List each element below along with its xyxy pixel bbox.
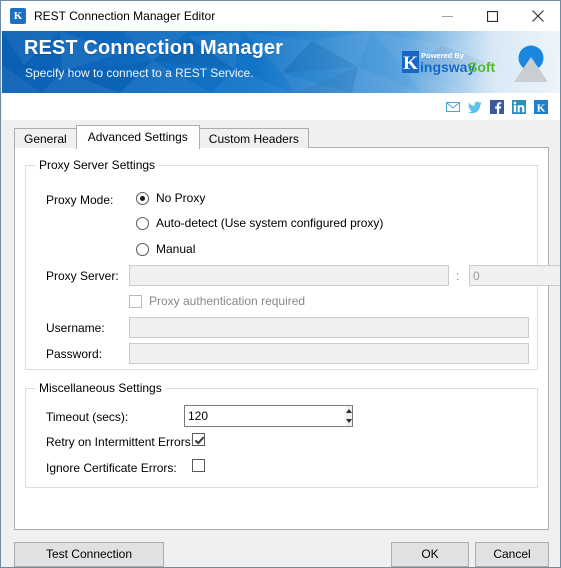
close-button[interactable] — [515, 2, 560, 31]
tab-general[interactable]: General — [14, 128, 77, 148]
svg-text:Soft: Soft — [468, 59, 496, 75]
svg-text:K: K — [403, 53, 418, 74]
proxy-port-input[interactable] — [469, 265, 560, 286]
tab-custom-headers[interactable]: Custom Headers — [198, 128, 309, 148]
twitter-icon[interactable] — [468, 100, 482, 114]
miscellaneous-settings-group: Miscellaneous Settings Timeout (secs): R… — [25, 381, 538, 488]
proxy-server-label: Proxy Server: — [46, 269, 119, 283]
ignore-certificate-errors-label: Ignore Certificate Errors: — [46, 461, 177, 475]
misc-group-title: Miscellaneous Settings — [35, 381, 166, 395]
timeout-spinner[interactable] — [184, 405, 353, 427]
caret-up-icon — [346, 409, 352, 413]
window-title: REST Connection Manager Editor — [34, 9, 216, 23]
minimize-button[interactable] — [425, 2, 470, 31]
proxy-mode-label: Proxy Mode: — [46, 193, 114, 207]
timeout-input[interactable] — [184, 405, 346, 427]
proxy-port-spinner[interactable] — [469, 265, 560, 286]
retry-on-intermittent-errors-label: Retry on Intermittent Errors: — [46, 435, 195, 449]
test-connection-button[interactable]: Test Connection — [14, 542, 164, 567]
timeout-increment-button[interactable] — [346, 406, 352, 416]
maximize-button[interactable] — [470, 2, 515, 31]
username-label: Username: — [46, 321, 105, 335]
timeout-spin-buttons[interactable] — [346, 405, 353, 427]
radio-no-proxy[interactable] — [136, 191, 149, 205]
radio-row-manual[interactable]: Manual — [136, 242, 195, 256]
timeout-label: Timeout (secs): — [46, 410, 129, 424]
caret-down-icon — [346, 419, 352, 423]
social-links-bar: K — [2, 93, 560, 120]
retry-on-intermittent-errors-checkbox[interactable] — [192, 433, 205, 446]
tab-advanced-settings[interactable]: Advanced Settings — [75, 125, 200, 149]
linkedin-icon[interactable] — [512, 99, 526, 114]
radio-manual[interactable] — [136, 242, 149, 256]
proxy-auth-required-checkbox[interactable] — [129, 294, 142, 308]
username-input[interactable] — [129, 317, 529, 338]
proxy-server-input[interactable] — [129, 265, 449, 286]
mountain-sun-icon — [514, 45, 548, 82]
proxy-group-title: Proxy Server Settings — [35, 158, 160, 172]
radio-label-no-proxy: No Proxy — [156, 191, 206, 205]
dialog-client-area: General Advanced Settings Custom Headers… — [2, 120, 560, 567]
maximize-icon — [487, 10, 498, 22]
ok-button[interactable]: OK — [391, 542, 469, 567]
proxy-server-settings-group: Proxy Server Settings Proxy Mode: No Pro… — [25, 158, 560, 370]
radio-row-auto-detect[interactable]: Auto-detect (Use system configured proxy… — [136, 216, 383, 230]
facebook-icon[interactable] — [490, 99, 504, 114]
proxy-auth-required-label: Proxy authentication required — [149, 294, 306, 308]
password-label: Password: — [46, 347, 103, 361]
radio-auto-detect[interactable] — [136, 216, 149, 230]
product-banner: REST Connection Manager Specify how to c… — [2, 31, 560, 93]
tab-strip: General Advanced Settings Custom Headers — [14, 125, 309, 149]
banner-title: REST Connection Manager — [24, 37, 283, 59]
rest-connection-manager-editor-window: K REST Connection Manager Editor REST Co… — [0, 0, 561, 568]
radio-label-manual: Manual — [156, 242, 196, 256]
email-icon[interactable] — [446, 100, 460, 114]
close-icon — [531, 10, 544, 22]
radio-row-no-proxy[interactable]: No Proxy — [136, 191, 205, 205]
kingswaysoft-logo: K Powered By ingsway Soft — [402, 51, 496, 75]
port-separator: : — [456, 269, 460, 283]
svg-text:K: K — [537, 102, 546, 114]
password-input[interactable] — [129, 343, 529, 364]
ignore-certificate-errors-checkbox[interactable] — [192, 459, 205, 472]
title-bar: K REST Connection Manager Editor — [1, 1, 560, 31]
banner-subtitle: Specify how to connect to a REST Service… — [25, 66, 254, 80]
minimize-icon — [442, 15, 453, 17]
proxy-auth-required-row[interactable]: Proxy authentication required — [129, 294, 305, 308]
k-logo-icon: K — [10, 8, 26, 24]
kingswaysoft-icon[interactable]: K — [534, 99, 548, 114]
radio-label-auto-detect: Auto-detect (Use system configured proxy… — [156, 216, 384, 230]
cancel-button[interactable]: Cancel — [475, 542, 549, 567]
timeout-decrement-button[interactable] — [346, 416, 352, 426]
advanced-settings-panel: Proxy Server Settings Proxy Mode: No Pro… — [14, 147, 560, 530]
